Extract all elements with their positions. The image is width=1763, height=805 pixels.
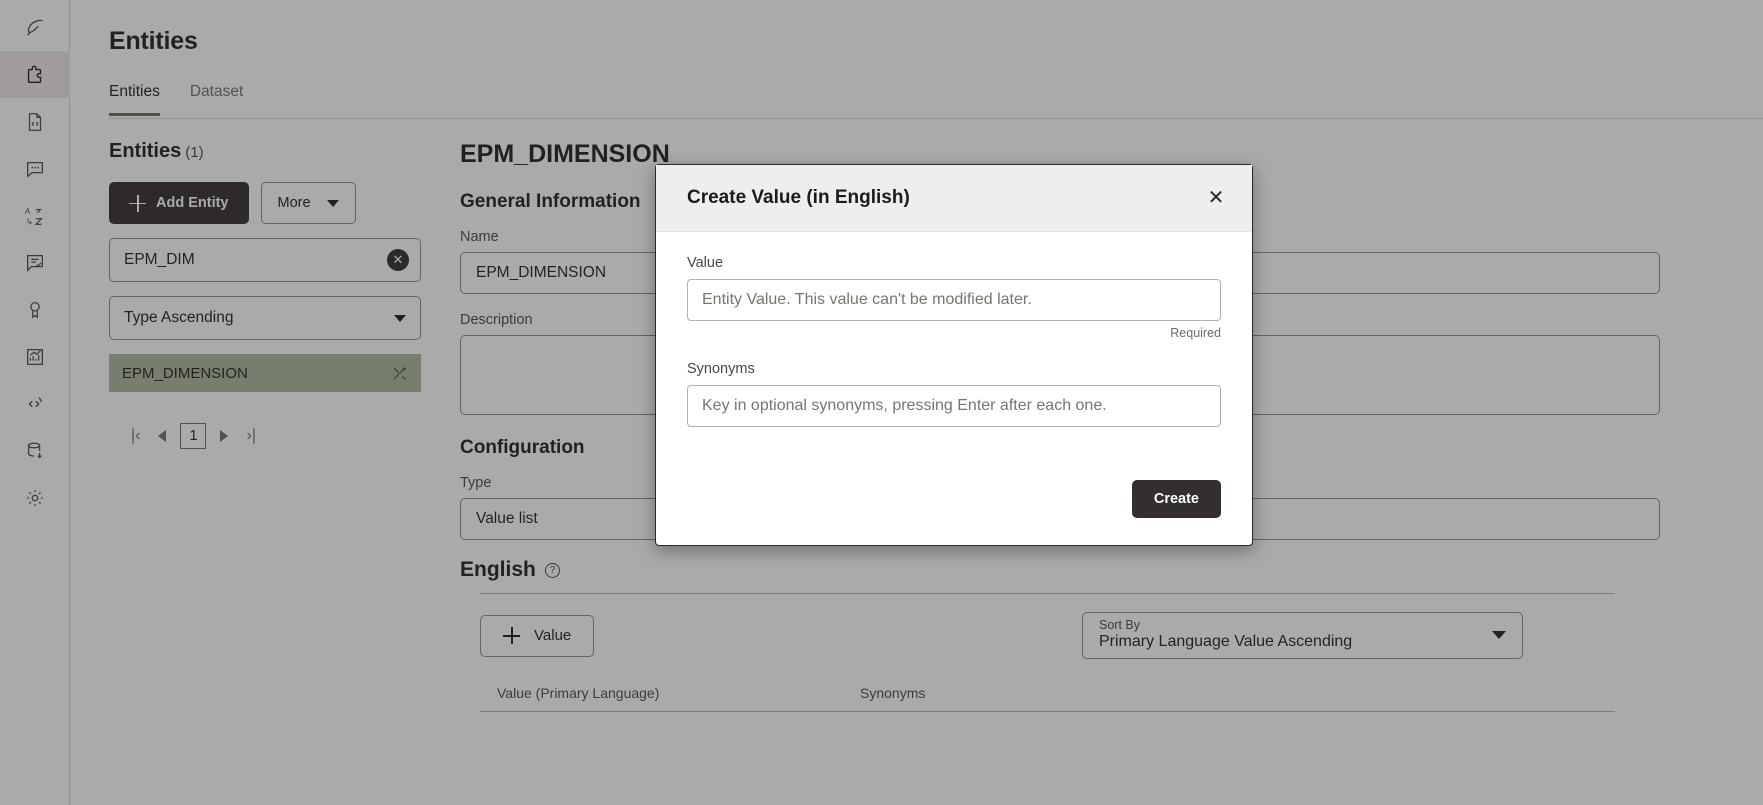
synonyms-label: Synonyms: [687, 361, 1221, 377]
dialog-body: Value Required Synonyms: [656, 232, 1252, 480]
create-value-dialog: Create Value (in English) ✕ Value Requir…: [655, 164, 1253, 546]
close-icon[interactable]: ✕: [1202, 184, 1230, 212]
dialog-footer: Create: [656, 480, 1252, 545]
value-label: Value: [687, 255, 1221, 271]
synonyms-input[interactable]: [687, 385, 1221, 427]
app-root: A ↳: [0, 0, 1763, 805]
required-note: Required: [687, 326, 1221, 340]
create-button[interactable]: Create: [1132, 480, 1221, 518]
value-input[interactable]: [687, 279, 1221, 321]
dialog-header: Create Value (in English) ✕: [656, 165, 1252, 232]
dialog-title: Create Value (in English): [687, 187, 910, 209]
